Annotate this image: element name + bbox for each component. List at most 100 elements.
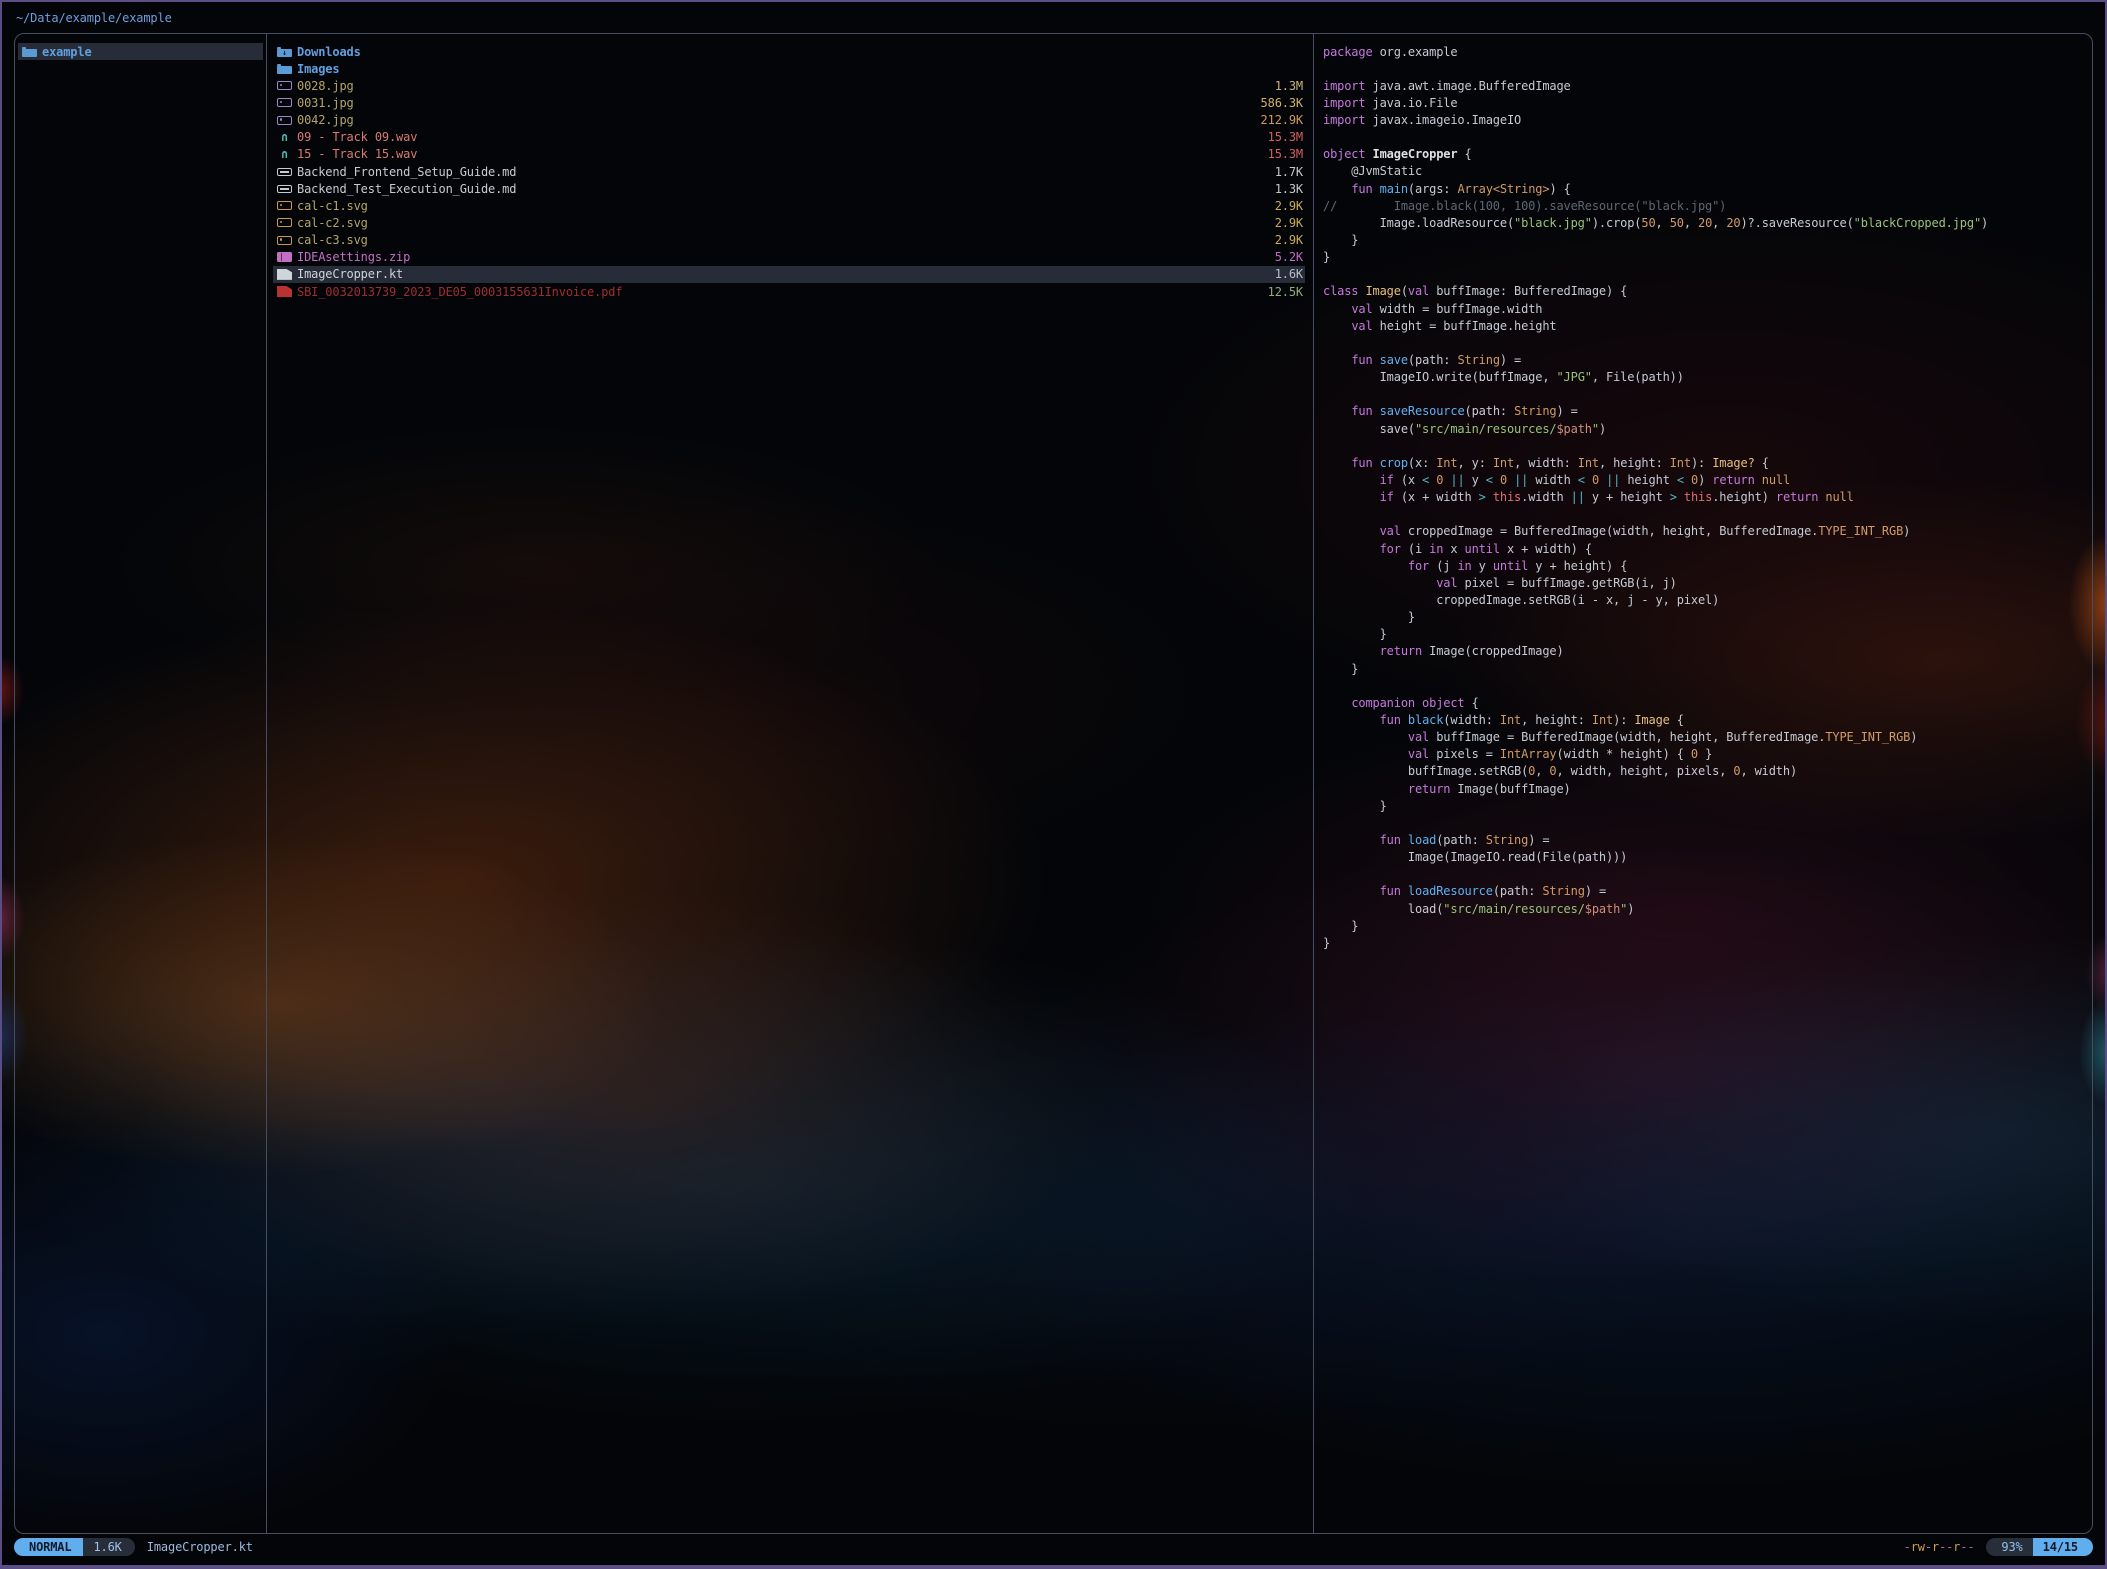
folder-icon xyxy=(22,49,37,57)
file-row[interactable]: 0031.jpg586.3K xyxy=(273,94,1305,111)
folder-download-icon xyxy=(277,49,292,57)
file-name: 15 - Track 15.wav xyxy=(297,147,417,161)
parent-pane[interactable]: example xyxy=(15,34,266,1533)
code-line: val width = buffImage.width xyxy=(1323,301,2086,318)
code-line: fun main(args: Array<String>) { xyxy=(1323,181,2086,198)
file-row[interactable]: 09 - Track 09.wav15.3M xyxy=(273,129,1305,146)
terminal-window: ~/Data/example/example example Downloads… xyxy=(0,0,2107,1569)
markdown-icon xyxy=(277,185,292,193)
file-name: cal-c2.svg xyxy=(297,216,368,230)
code-line: } xyxy=(1323,232,2086,249)
status-bar: NORMAL 1.6K ImageCropper.kt -rw-r--r-- 9… xyxy=(14,1536,2093,1558)
code-line: } xyxy=(1323,249,2086,266)
code-line: fun load(path: String) = xyxy=(1323,832,2086,849)
code-line: val pixel = buffImage.getRGB(i, j) xyxy=(1323,575,2086,592)
code-line: object ImageCropper { xyxy=(1323,146,2086,163)
file-manager: example DownloadsImages0028.jpg1.3M0031.… xyxy=(14,33,2093,1534)
code-line: class Image(val buffImage: BufferedImage… xyxy=(1323,283,2086,300)
code-line xyxy=(1323,386,2086,403)
current-pane[interactable]: Downloads Images0028.jpg1.3M0031.jpg586.3… xyxy=(266,34,1314,1533)
code-line: } xyxy=(1323,918,2086,935)
mode-badge: NORMAL xyxy=(14,1538,83,1556)
file-row[interactable]: 15 - Track 15.wav15.3M xyxy=(273,146,1305,163)
code-line: fun saveResource(path: String) = xyxy=(1323,403,2086,420)
code-line: return Image(croppedImage) xyxy=(1323,643,2086,660)
image-icon xyxy=(277,81,292,90)
code-line: val croppedImage = BufferedImage(width, … xyxy=(1323,523,2086,540)
file-row[interactable]: Images xyxy=(273,60,1305,77)
code-line: } xyxy=(1323,935,2086,952)
file-row[interactable]: cal-c2.svg 2.9K xyxy=(273,214,1305,231)
file-row[interactable]: 0042.jpg212.9K xyxy=(273,112,1305,129)
file-icon xyxy=(277,269,292,280)
file-row[interactable]: IDEAsettings.zip 5.2K xyxy=(273,249,1305,266)
file-size: 1.3M xyxy=(1263,79,1303,93)
code-line: fun crop(x: Int, y: Int, width: Int, hei… xyxy=(1323,455,2086,472)
status-right: -rw-r--r-- 93% 14/15 xyxy=(1904,1538,2093,1556)
file-size: 12.5K xyxy=(1256,285,1303,299)
code-line: load("src/main/resources/$path") xyxy=(1323,901,2086,918)
code-line: import java.io.File xyxy=(1323,95,2086,112)
code-line: val pixels = IntArray(width * height) { … xyxy=(1323,746,2086,763)
code-line: package org.example xyxy=(1323,44,2086,61)
code-line: Image(ImageIO.read(File(path))) xyxy=(1323,849,2086,866)
preview-pane[interactable]: package org.example import java.awt.imag… xyxy=(1314,34,2092,1533)
code-line: import java.awt.image.BufferedImage xyxy=(1323,78,2086,95)
file-name: 09 - Track 09.wav xyxy=(297,130,417,144)
code-line xyxy=(1323,335,2086,352)
code-line: return Image(buffImage) xyxy=(1323,781,2086,798)
file-size: 1.3K xyxy=(1263,182,1303,196)
code-line: } xyxy=(1323,661,2086,678)
code-line: val height = buffImage.height xyxy=(1323,318,2086,335)
file-name: 0031.jpg xyxy=(297,96,354,110)
zip-icon xyxy=(277,252,292,262)
file-size: 2.9K xyxy=(1263,233,1303,247)
code-preview: package org.example import java.awt.imag… xyxy=(1314,34,2092,952)
code-line xyxy=(1323,129,2086,146)
file-row[interactable]: example xyxy=(18,43,263,60)
code-line: fun loadResource(path: String) = xyxy=(1323,883,2086,900)
code-line xyxy=(1323,815,2086,832)
pdf-icon xyxy=(277,286,292,297)
svg-icon xyxy=(277,201,292,210)
file-row[interactable]: ImageCropper.kt1.6K xyxy=(273,266,1305,283)
file-row[interactable]: SBI_0032013739_2023_DE05_0003155631Invoi… xyxy=(273,283,1305,300)
file-row[interactable]: Backend_Test_Execution_Guide.md 1.3K xyxy=(273,180,1305,197)
file-row[interactable]: Downloads xyxy=(273,43,1305,60)
svg-icon xyxy=(277,236,292,245)
file-name: Images xyxy=(297,62,339,76)
code-line: buffImage.setRGB(0, 0, width, height, pi… xyxy=(1323,763,2086,780)
code-line: } xyxy=(1323,609,2086,626)
file-name: Backend_Frontend_Setup_Guide.md xyxy=(297,165,516,179)
code-line: import javax.imageio.ImageIO xyxy=(1323,112,2086,129)
headphones-icon xyxy=(277,129,292,146)
folder-icon xyxy=(277,66,292,74)
file-row[interactable]: Backend_Frontend_Setup_Guide.md 1.7K xyxy=(273,163,1305,180)
code-line: } xyxy=(1323,626,2086,643)
code-line xyxy=(1323,438,2086,455)
parent-list: example xyxy=(15,34,266,60)
markdown-icon xyxy=(277,168,292,176)
file-size: 212.9K xyxy=(1249,113,1303,127)
code-line: for (j in y until y + height) { xyxy=(1323,558,2086,575)
file-name: IDEAsettings.zip xyxy=(297,250,410,264)
file-size: 2.9K xyxy=(1263,199,1303,213)
file-name: cal-c3.svg xyxy=(297,233,368,247)
code-line: save("src/main/resources/$path") xyxy=(1323,421,2086,438)
header-path: ~/Data/example/example xyxy=(16,8,172,28)
code-line xyxy=(1323,61,2086,78)
code-line: ImageIO.write(buffImage, "JPG", File(pat… xyxy=(1323,369,2086,386)
file-name: Backend_Test_Execution_Guide.md xyxy=(297,182,516,196)
file-size: 2.9K xyxy=(1263,216,1303,230)
code-line: fun black(width: Int, height: Int): Imag… xyxy=(1323,712,2086,729)
file-name: SBI_0032013739_2023_DE05_0003155631Invoi… xyxy=(297,285,622,299)
code-line: } xyxy=(1323,798,2086,815)
file-row[interactable]: cal-c3.svg 2.9K xyxy=(273,232,1305,249)
file-size: 5.2K xyxy=(1263,250,1303,264)
file-size: 1.7K xyxy=(1263,165,1303,179)
file-row[interactable]: 0028.jpg1.3M xyxy=(273,77,1305,94)
status-filename: ImageCropper.kt xyxy=(147,1540,253,1554)
file-name: cal-c1.svg xyxy=(297,199,368,213)
file-name: ImageCropper.kt xyxy=(297,267,403,281)
file-row[interactable]: cal-c1.svg 2.9K xyxy=(273,197,1305,214)
